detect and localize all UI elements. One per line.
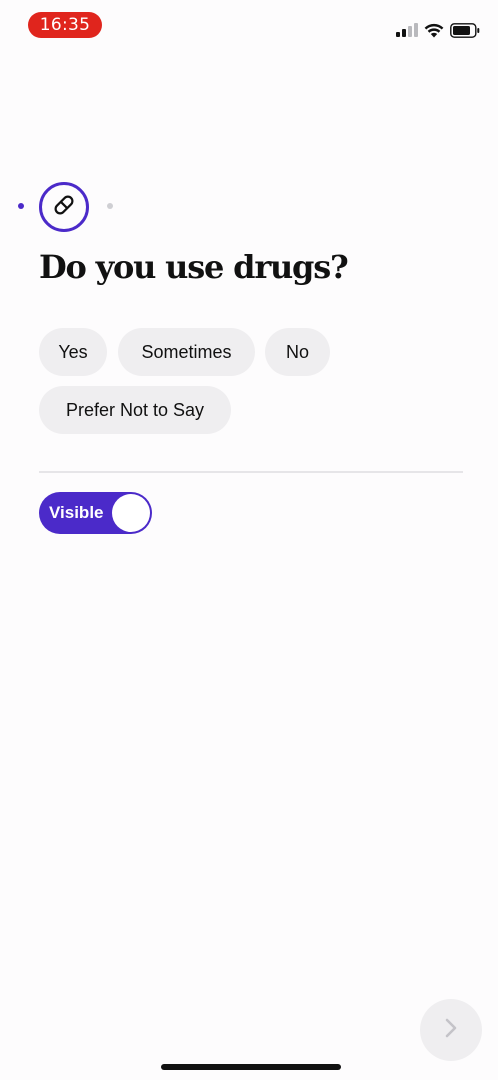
option-no-chip[interactable]: No — [265, 328, 330, 376]
option-prefer-not-to-say-chip[interactable]: Prefer Not to Say — [39, 386, 231, 434]
progress-dot-previous — [18, 203, 24, 209]
section-divider — [39, 471, 463, 473]
visibility-toggle[interactable]: Visible — [39, 492, 152, 534]
wifi-icon — [424, 23, 444, 38]
option-sometimes-chip[interactable]: Sometimes — [118, 328, 255, 376]
next-button[interactable] — [420, 999, 482, 1061]
pill-icon — [51, 192, 77, 223]
status-icons — [396, 20, 480, 40]
status-bar: 16:35 — [0, 0, 498, 50]
option-yes-chip[interactable]: Yes — [39, 328, 107, 376]
step-progress — [0, 180, 498, 232]
question-title: Do you use drugs? — [39, 248, 349, 286]
battery-icon — [450, 22, 480, 38]
status-time: 16:35 — [28, 12, 102, 38]
current-step-badge — [39, 182, 89, 232]
progress-dot-next — [107, 203, 113, 209]
cellular-signal-icon — [396, 23, 418, 37]
toggle-knob — [112, 494, 150, 532]
chevron-right-icon — [442, 1016, 460, 1045]
visibility-toggle-label: Visible — [49, 503, 104, 522]
home-indicator — [161, 1064, 341, 1070]
